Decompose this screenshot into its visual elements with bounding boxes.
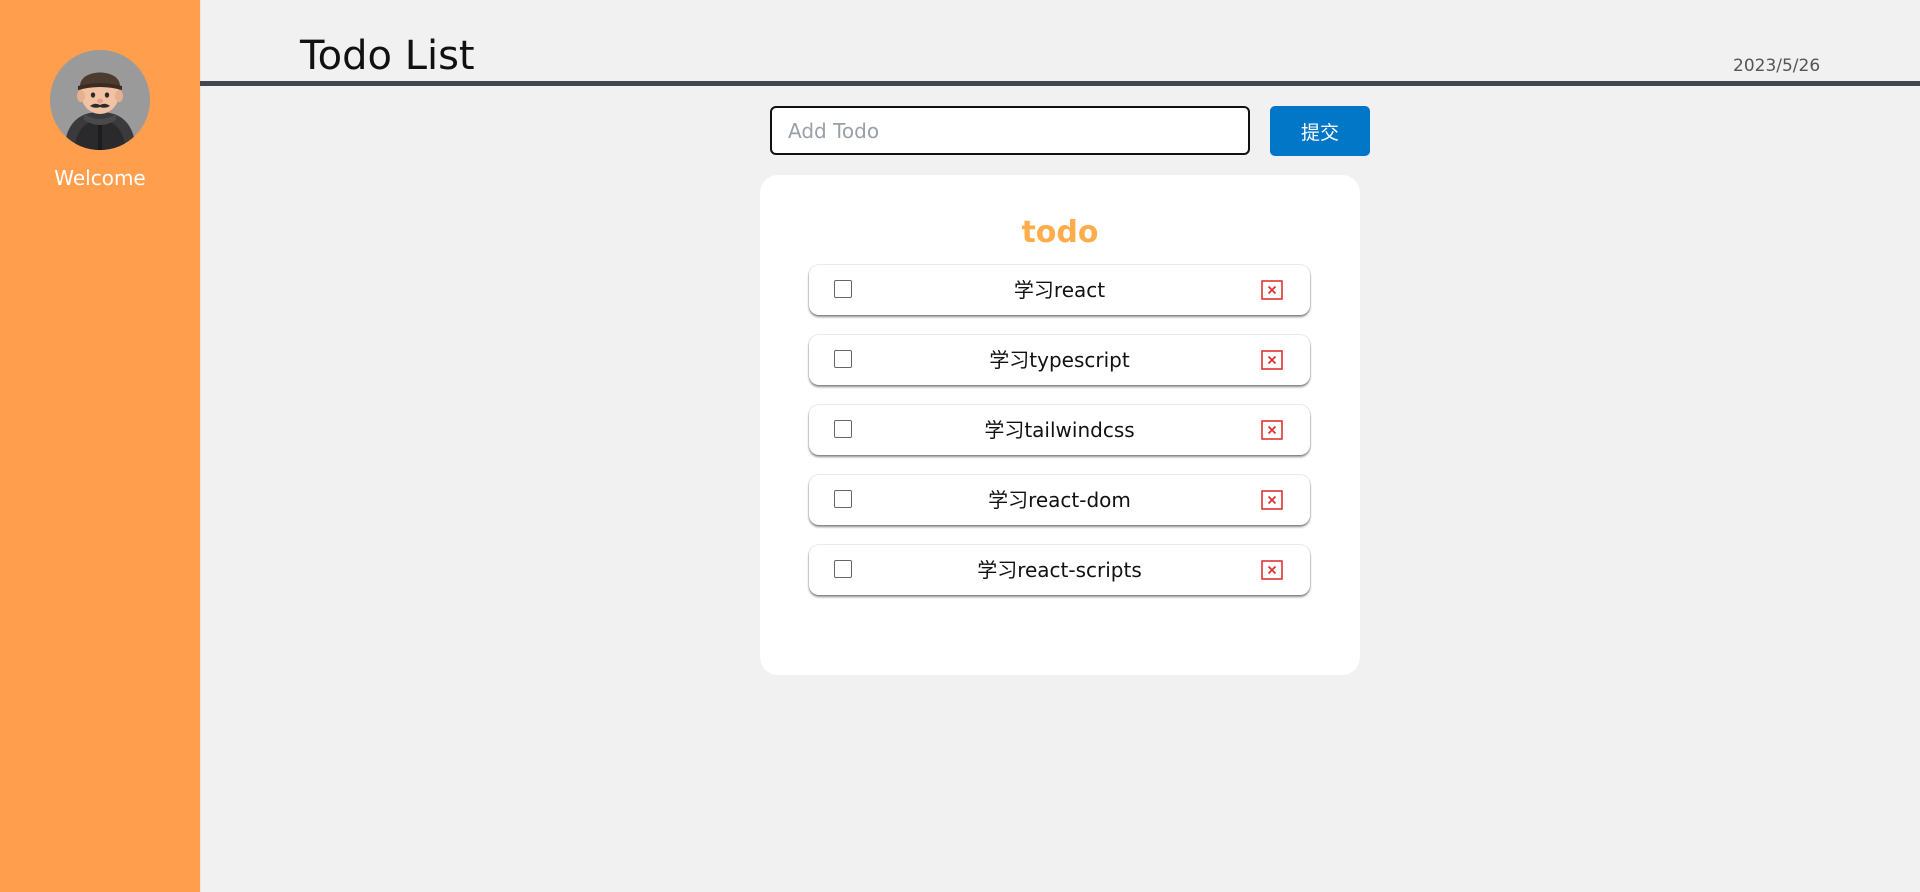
todo-item-text: 学习tailwindcss [984,418,1135,442]
todo-item-text: 学习react [1013,278,1106,302]
close-box-icon[interactable] [1261,560,1283,580]
todo-list: 学习react 学习typescript 学习tailwindcss 学习rea… [809,265,1310,615]
submit-button[interactable]: 提交 [1270,106,1370,156]
todo-item-checkbox[interactable] [834,280,852,298]
header-date: 2023/5/26 [1733,56,1821,76]
close-box-icon[interactable] [1261,420,1283,440]
todo-item-checkbox[interactable] [834,420,852,438]
close-box-icon[interactable] [1261,490,1283,510]
add-todo-input[interactable] [770,106,1250,155]
avatar[interactable] [50,50,150,150]
todo-card: todo 学习react 学习typescript 学习tailwindcss … [760,175,1360,675]
todo-item-text: 学习typescript [989,348,1130,372]
todo-item: 学习tailwindcss [809,405,1310,455]
todo-item-text: 学习react-scripts [977,558,1142,582]
close-box-icon[interactable] [1261,350,1283,370]
sidebar: Welcome [0,0,201,892]
todo-card-title: todo [1021,215,1099,250]
todo-item-text: 学习react-dom [988,488,1131,512]
welcome-text: Welcome [54,166,146,190]
todo-item-checkbox[interactable] [834,490,852,508]
todo-item: 学习react-dom [809,475,1310,525]
user-avatar-icon [50,50,150,150]
todo-item: 学习typescript [809,335,1310,385]
todo-item: 学习react [809,265,1310,315]
todo-item: 学习react-scripts [809,545,1310,595]
header-divider [200,81,1920,86]
page-title: Todo List [300,33,475,79]
close-box-icon[interactable] [1261,280,1283,300]
todo-item-checkbox[interactable] [834,350,852,368]
todo-item-checkbox[interactable] [834,560,852,578]
